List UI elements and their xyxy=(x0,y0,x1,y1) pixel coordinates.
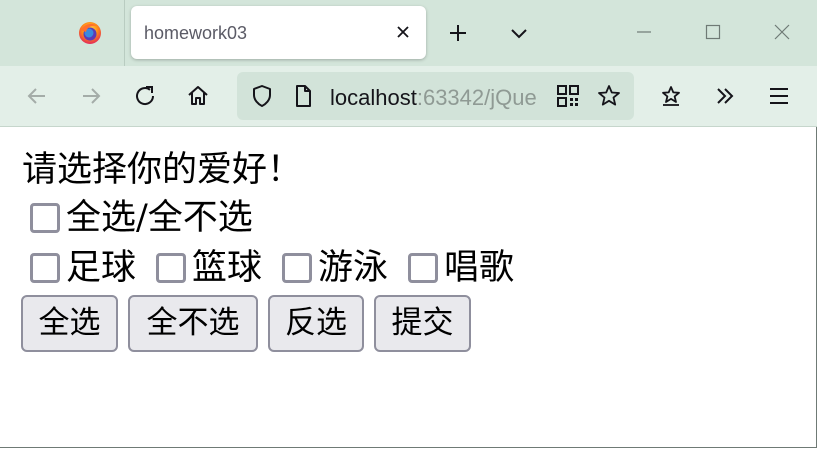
select-all-label: 全选/全不选 xyxy=(66,198,253,238)
url-host: localhost xyxy=(330,85,417,110)
qr-code-icon[interactable] xyxy=(556,84,580,108)
hobby-checkbox-football[interactable] xyxy=(30,253,60,283)
select-all-row: 全选/全不选 xyxy=(30,197,273,239)
url-bar[interactable]: localhost:63342/jQue xyxy=(237,72,634,120)
shield-icon[interactable] xyxy=(249,83,275,109)
select-none-button[interactable]: 全不选 xyxy=(128,295,258,352)
invert-selection-button[interactable]: 反选 xyxy=(268,295,364,352)
maximize-icon[interactable] xyxy=(703,22,723,42)
select-all-checkbox[interactable] xyxy=(30,203,60,233)
hobby-label: 唱歌 xyxy=(444,248,515,288)
minimize-icon[interactable] xyxy=(634,22,654,42)
hobby-checkbox-swimming[interactable] xyxy=(282,253,313,283)
hobby-checkbox-basketball[interactable] xyxy=(156,253,187,283)
hobby-checkbox-singing[interactable] xyxy=(408,253,439,283)
plus-icon[interactable] xyxy=(447,22,469,44)
tab-strip: homework03 xyxy=(0,0,817,66)
home-icon[interactable] xyxy=(185,83,211,109)
hobby-label: 游泳 xyxy=(318,248,389,288)
hobby-prompt: 请选择你的爱好！ xyxy=(22,150,303,190)
url-text[interactable]: localhost:63342/jQue xyxy=(330,85,542,111)
close-icon[interactable] xyxy=(394,23,412,41)
hobby-label: 足球 xyxy=(66,248,137,288)
select-all-button[interactable]: 全选 xyxy=(21,295,118,352)
window-close-icon[interactable] xyxy=(772,22,792,42)
page-content: 请选择你的爱好！ 全选/全不选 足球 篮球 游泳 唱歌 全选 全不选 反选 提交 xyxy=(0,127,815,447)
tab-homework03[interactable]: homework03 xyxy=(131,6,426,59)
submit-button[interactable]: 提交 xyxy=(374,295,471,352)
back-arrow-icon[interactable] xyxy=(24,83,50,109)
tab-separator xyxy=(124,0,125,66)
bookmark-star-icon[interactable] xyxy=(596,83,622,109)
hobby-label: 篮球 xyxy=(192,248,263,288)
url-path: :63342/jQue xyxy=(416,85,537,110)
hobby-options-row: 足球 篮球 游泳 唱歌 xyxy=(30,247,534,289)
forward-arrow-icon[interactable] xyxy=(78,83,104,109)
navigation-toolbar: localhost:63342/jQue xyxy=(0,66,817,127)
hamburger-menu-icon[interactable] xyxy=(766,83,792,109)
page-icon[interactable] xyxy=(290,83,316,109)
overflow-chevrons-icon[interactable] xyxy=(712,83,738,109)
firefox-icon xyxy=(79,22,101,44)
reload-icon[interactable] xyxy=(132,83,158,109)
chevron-down-icon[interactable] xyxy=(508,22,530,44)
tab-title: homework03 xyxy=(144,23,248,43)
pocket-star-icon[interactable] xyxy=(658,83,684,109)
